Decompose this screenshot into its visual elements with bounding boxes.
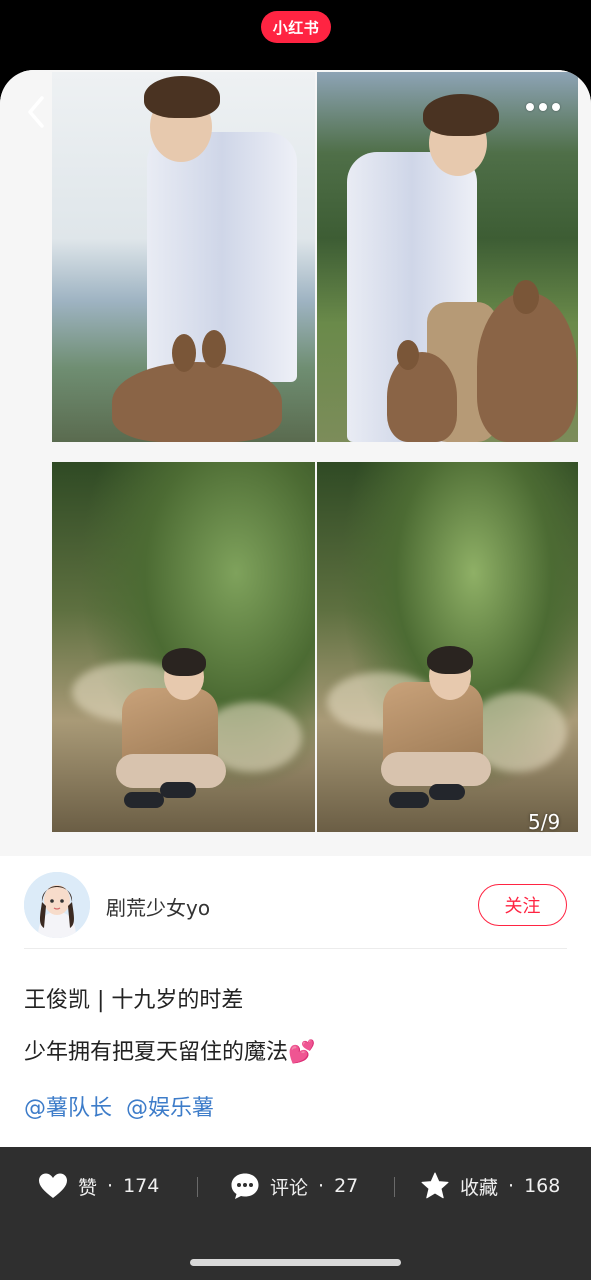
comment-icon — [231, 1173, 259, 1199]
figure-shoe — [124, 792, 164, 808]
heart-icon — [39, 1173, 67, 1198]
action-bar: 赞 · 174 评论 · 27 收藏 · 168 — [0, 1147, 591, 1280]
deer-ear — [513, 280, 539, 314]
mentions: @薯队长 @娱乐薯 — [24, 1090, 214, 1122]
like-button[interactable]: 赞 · 174 — [38, 1171, 159, 1201]
figure-hair — [144, 76, 220, 118]
figure-hair — [162, 648, 206, 676]
post-body: 少年拥有把夏天留住的魔法💕 — [24, 1034, 315, 1066]
comment-count: 27 — [334, 1175, 359, 1197]
figure-hair — [427, 646, 473, 674]
deer-ear — [172, 334, 196, 372]
note-sheet: 5/9 剧荒少女yo 关注 王俊凯 | 十九岁的时差 少年拥有把夏天留住的魔法💕… — [0, 70, 591, 1280]
comment-button[interactable]: 评论 · 27 — [230, 1171, 358, 1201]
dot-separator: · — [318, 1175, 325, 1197]
photo-tile — [52, 462, 315, 832]
like-count: 174 — [123, 1175, 160, 1197]
follow-button[interactable]: 关注 — [478, 884, 567, 926]
mention-link[interactable]: @薯队长 — [24, 1090, 112, 1122]
figure-shoe — [429, 784, 465, 800]
deer — [477, 292, 577, 442]
status-area: 小红书 — [0, 0, 591, 70]
figure-shoe — [160, 782, 196, 798]
mention-link[interactable]: @娱乐薯 — [126, 1090, 214, 1122]
comment-label: 评论 — [270, 1176, 309, 1199]
photo-gallery[interactable]: 5/9 — [0, 70, 591, 856]
author-name[interactable]: 剧荒少女yo — [106, 892, 210, 921]
star-icon — [421, 1172, 449, 1199]
dot-separator: · — [508, 1175, 515, 1197]
photo-tile — [317, 462, 578, 832]
divider — [197, 1177, 198, 1197]
divider — [394, 1177, 395, 1197]
figure-hair — [423, 94, 499, 136]
figure-pants — [381, 752, 491, 786]
home-indicator[interactable] — [190, 1259, 401, 1266]
hearts-emoji: 💕 — [288, 1040, 316, 1065]
author-row: 剧荒少女yo 关注 — [0, 856, 591, 948]
like-label: 赞 — [78, 1176, 98, 1199]
more-options-icon[interactable] — [526, 94, 566, 120]
deer — [387, 352, 457, 442]
app-logo: 小红书 — [261, 11, 331, 43]
post-body-text: 少年拥有把夏天留住的魔法 — [24, 1040, 289, 1065]
post-title: 王俊凯 | 十九岁的时差 — [24, 988, 244, 1013]
figure-shoe — [389, 792, 429, 808]
dot-separator: · — [107, 1175, 114, 1197]
deer-ear — [202, 330, 226, 368]
photo-tile — [317, 72, 578, 442]
deer — [112, 362, 282, 442]
divider — [24, 948, 567, 949]
back-icon[interactable] — [22, 92, 52, 132]
page-indicator: 5/9 — [528, 810, 561, 834]
deer-ear — [397, 340, 419, 370]
photo-tile — [52, 72, 315, 442]
collect-button[interactable]: 收藏 · 168 — [420, 1171, 560, 1201]
avatar[interactable] — [24, 872, 90, 938]
collect-count: 168 — [524, 1175, 561, 1197]
collect-label: 收藏 — [460, 1176, 499, 1199]
